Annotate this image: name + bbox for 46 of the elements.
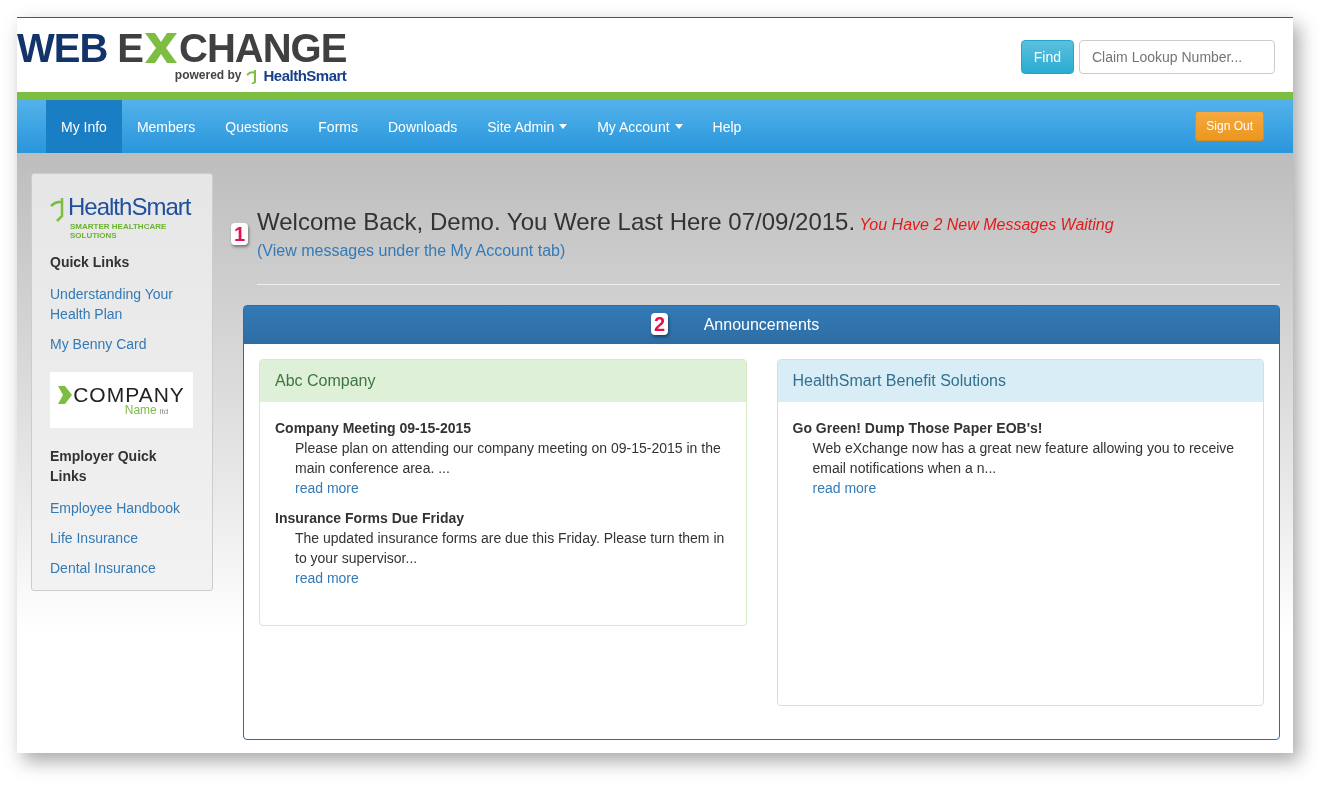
chevron-icon — [58, 386, 73, 404]
sidebar-link[interactable]: Employee Handbook — [50, 498, 194, 518]
section-heading: Employer Quick Links — [50, 447, 158, 486]
messages-alert-text: You Have 2 New Messages Waiting — [859, 216, 1114, 233]
sidebar-link[interactable]: Life Insurance — [50, 528, 194, 548]
announcement-text: Please plan on attending our company meeting on 09-15-2015 in the main conference area. ... — [295, 439, 722, 478]
read-more-link[interactable]: read more — [295, 478, 359, 498]
callout-number: 1 — [231, 223, 249, 245]
nav-tab[interactable]: Site Admin — [472, 100, 583, 153]
card-title: Abc Company — [260, 360, 746, 402]
announcement-text: Web eXchange now has a great new feature allowing you to receive email notifications when a n... — [812, 439, 1236, 478]
announcement-title: Insurance Forms Due Friday — [275, 509, 466, 528]
sign-out-button[interactable]: Sign Out — [1195, 110, 1264, 141]
nav-tab[interactable]: Questions — [210, 100, 304, 153]
announcement-text: The updated insurance forms are due this Friday. Please turn them in to your supervisor... — [295, 529, 726, 568]
section-heading: Quick Links — [50, 253, 131, 272]
logo-text: E — [117, 28, 143, 68]
logo-tagline: SMARTER HEALTHCARE SOLUTIONS — [70, 222, 168, 240]
company-subname: Name — [124, 403, 157, 417]
sidebar-link[interactable]: Dental Insurance — [50, 558, 194, 578]
callout-number: 2 — [651, 313, 669, 335]
nav-tab[interactable]: Forms — [303, 100, 373, 153]
welcome-heading: Welcome Back, Demo. You Were Last Here 07/09/2015. — [257, 208, 856, 235]
logo-tagline: powered by — [174, 68, 242, 82]
read-more-link[interactable]: read more — [812, 478, 877, 498]
announcement-title: Company Meeting 09-15-2015 — [275, 419, 473, 438]
read-more-link[interactable]: read more — [295, 568, 359, 588]
logo-text: CHANGE — [179, 28, 347, 68]
sidebar-link[interactable]: My Benny Card — [50, 334, 194, 354]
nav-tab[interactable]: Downloads — [373, 100, 473, 153]
company-suffix: ltd — [159, 407, 169, 416]
card-title: HealthSmart Benefit Solutions — [777, 360, 1263, 402]
nav-tab[interactable]: My Info — [46, 100, 122, 153]
nav-tab[interactable]: My Account — [582, 100, 698, 153]
announcement-title: Go Green! Dump Those Paper EOB's! — [792, 419, 1044, 438]
nav-tab[interactable]: Members — [121, 100, 211, 153]
logo-brand: HealthSmart — [263, 66, 347, 84]
logo-text: WEB — [17, 28, 108, 68]
sidebar-link[interactable]: Understanding Your Health Plan — [50, 284, 194, 324]
claim-lookup-field[interactable]: Claim Lookup Number... — [1079, 40, 1275, 74]
nav-tab[interactable]: Help — [697, 100, 757, 153]
company-name: COMPANY — [73, 383, 185, 406]
view-messages-link[interactable]: (View messages under the My Account tab) — [257, 242, 566, 259]
find-button[interactable]: Find — [1020, 40, 1074, 74]
x-mark-icon — [143, 31, 179, 65]
logo-brand: HealthSmart — [68, 194, 191, 220]
